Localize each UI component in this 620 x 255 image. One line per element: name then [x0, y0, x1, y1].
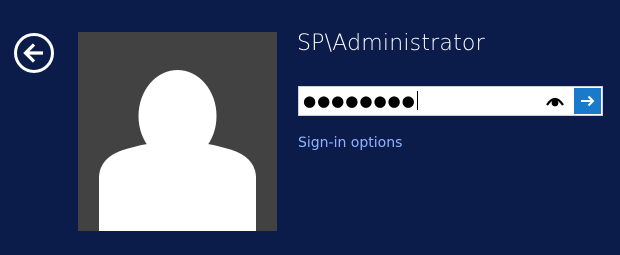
submit-button[interactable] — [574, 88, 601, 114]
user-avatar-tile — [78, 32, 277, 231]
password-input[interactable]: ●●●●●●●● — [303, 88, 539, 114]
back-arrow-icon — [23, 43, 43, 63]
username-label: SP\Administrator — [297, 31, 485, 56]
user-avatar-icon — [99, 70, 256, 231]
arrow-right-icon — [581, 95, 595, 107]
reveal-password-button[interactable] — [543, 89, 567, 113]
eye-icon — [546, 97, 564, 107]
sign-in-options-link[interactable]: Sign-in options — [298, 134, 402, 152]
back-button[interactable] — [14, 33, 54, 73]
password-masked-text: ●●●●●●●● — [303, 92, 416, 110]
text-caret — [416, 91, 418, 110]
password-box: ●●●●●●●● — [298, 86, 603, 116]
